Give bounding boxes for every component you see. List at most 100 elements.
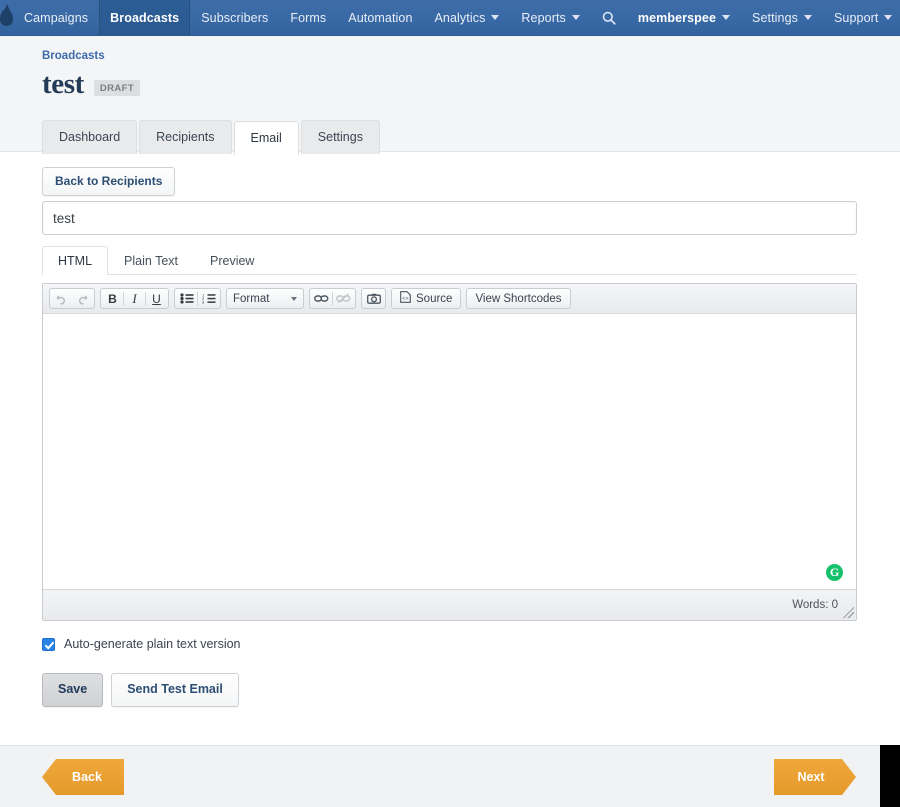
image-button-group	[361, 288, 386, 309]
top-navigation-bar: Campaigns Broadcasts Subscribers Forms A…	[0, 0, 900, 36]
tab-label: Settings	[317, 130, 363, 144]
search-icon[interactable]	[591, 0, 627, 35]
tab-html[interactable]: HTML	[42, 246, 109, 275]
wizard-footer: Back Next	[0, 745, 900, 807]
source-code-icon: <>	[400, 291, 411, 306]
back-to-recipients-button[interactable]: Back to Recipients	[42, 167, 176, 197]
svg-text:<>: <>	[402, 296, 408, 302]
text-style-button-group: B I U	[100, 288, 169, 309]
nav-item-subscribers[interactable]: Subscribers	[190, 0, 279, 35]
unlink-icon[interactable]	[333, 289, 354, 308]
redo-icon[interactable]	[72, 289, 93, 308]
nav-item-support[interactable]: Support	[823, 0, 900, 35]
nav-item-analytics[interactable]: Analytics	[424, 0, 511, 35]
tab-label: Recipients	[156, 130, 215, 144]
svg-text:3: 3	[202, 300, 205, 304]
button-label: Next	[797, 770, 825, 784]
nav-label: Support	[833, 10, 879, 25]
button-label: Back to Recipients	[55, 174, 163, 188]
numbered-list-icon[interactable]: 1 2 3	[198, 289, 219, 308]
chevron-down-icon	[722, 15, 731, 20]
nav-item-settings[interactable]: Settings	[741, 0, 823, 35]
italic-button[interactable]: I	[124, 289, 145, 308]
nav-label: Automation	[348, 10, 413, 25]
account-name-label: memberspee	[637, 10, 717, 25]
chevron-down-icon	[491, 15, 500, 20]
form-actions: Save Send Test Email	[42, 673, 239, 707]
rich-text-editor: B I U 1 2 3 Format <> Source View Shortc…	[42, 283, 857, 621]
subject-input[interactable]	[42, 201, 857, 235]
chevron-down-icon	[571, 15, 580, 20]
send-test-email-button[interactable]: Send Test Email	[111, 673, 239, 707]
format-dropdown[interactable]: Format	[226, 288, 304, 309]
tab-label: Preview	[210, 254, 255, 268]
save-button[interactable]: Save	[42, 673, 104, 707]
back-button[interactable]: Back	[42, 759, 124, 795]
tab-label: Plain Text	[124, 254, 178, 268]
app-page: Campaigns Broadcasts Subscribers Forms A…	[0, 0, 900, 807]
tab-plain-text[interactable]: Plain Text	[108, 246, 194, 275]
chevron-down-icon	[884, 15, 893, 20]
page-title: test	[42, 68, 84, 100]
nav-label: Campaigns	[24, 10, 89, 25]
tab-label: Email	[250, 131, 282, 145]
grammarly-icon[interactable]: G	[826, 564, 843, 581]
auto-generate-plain-text-label: Auto-generate plain text version	[64, 637, 241, 651]
bold-button[interactable]: B	[102, 289, 123, 308]
bullet-list-icon[interactable]	[176, 289, 197, 308]
nav-label: Broadcasts	[110, 10, 180, 25]
shortcodes-label: View Shortcodes	[475, 292, 562, 305]
droplet-logo-icon[interactable]	[0, 0, 13, 35]
status-badge: DRAFT	[93, 79, 141, 96]
grammarly-letter: G	[829, 565, 840, 579]
tab-email[interactable]: Email	[233, 121, 299, 155]
nav-label: Reports	[521, 10, 566, 25]
button-label: Send Test Email	[127, 682, 223, 696]
auto-generate-plain-text-checkbox[interactable]	[42, 637, 55, 651]
tab-preview[interactable]: Preview	[194, 246, 270, 275]
word-count-label: Words: 0	[792, 599, 838, 611]
history-button-group	[49, 288, 95, 309]
nav-item-broadcasts[interactable]: Broadcasts	[99, 0, 191, 35]
button-label: Save	[58, 682, 88, 696]
right-edge-strip	[880, 745, 900, 807]
editor-resize-handle[interactable]	[843, 607, 854, 618]
auto-plain-text-row: Auto-generate plain text version	[42, 637, 241, 651]
tab-label: HTML	[58, 254, 93, 268]
italic-label: I	[132, 290, 137, 306]
camera-image-icon[interactable]	[363, 289, 384, 308]
broadcast-tabs: Dashboard Recipients Email Settings	[42, 119, 382, 155]
nav-label: Analytics	[434, 10, 486, 25]
tab-dashboard[interactable]: Dashboard	[42, 120, 138, 154]
list-button-group: 1 2 3	[174, 288, 221, 309]
link-icon[interactable]	[311, 289, 332, 308]
format-label: Format	[233, 292, 270, 305]
nav-label: Subscribers	[201, 10, 269, 25]
next-button[interactable]: Next	[774, 759, 856, 795]
source-button[interactable]: <> Source	[391, 288, 462, 309]
undo-icon[interactable]	[51, 289, 72, 308]
editor-content-area[interactable]: G	[43, 314, 856, 589]
tab-recipients[interactable]: Recipients	[139, 120, 232, 154]
title-row: test DRAFT	[42, 68, 141, 101]
nav-item-forms[interactable]: Forms	[279, 0, 337, 35]
email-format-tabs: HTML Plain Text Preview	[42, 244, 857, 275]
nav-item-automation[interactable]: Automation	[337, 0, 423, 35]
nav-item-campaigns[interactable]: Campaigns	[13, 0, 99, 35]
breadcrumb[interactable]: Broadcasts	[42, 50, 105, 62]
nav-item-reports[interactable]: Reports	[510, 0, 590, 35]
nav-label: Settings	[752, 10, 798, 25]
button-label: Back	[72, 770, 102, 784]
tab-label: Dashboard	[59, 130, 121, 144]
underline-button[interactable]: U	[146, 289, 167, 308]
tab-settings[interactable]: Settings	[300, 120, 380, 154]
view-shortcodes-button[interactable]: View Shortcodes	[466, 288, 571, 309]
editor-status-bar: Words: 0	[43, 589, 856, 620]
bold-label: B	[108, 291, 117, 306]
editor-toolbar: B I U 1 2 3 Format <> Source View Shortc…	[43, 284, 856, 314]
source-label: Source	[416, 292, 453, 305]
chevron-down-icon	[291, 296, 297, 301]
underline-label: U	[152, 291, 161, 306]
nav-label: Forms	[290, 10, 327, 25]
nav-item-account-menu[interactable]: memberspee	[627, 0, 741, 35]
